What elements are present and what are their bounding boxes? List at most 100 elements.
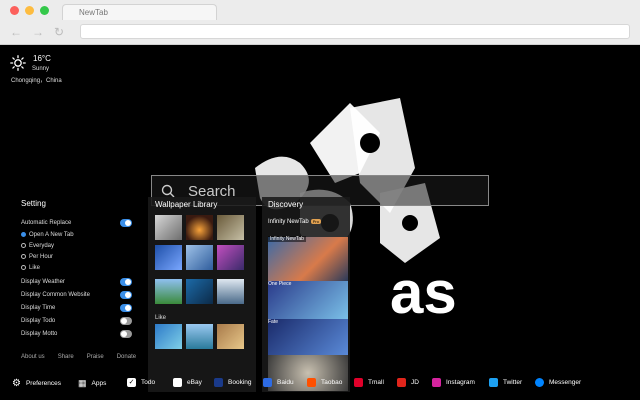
newtab-page: 16°C Sunny Chongqing，China as Search Set… (0, 45, 640, 400)
wallpaper-thumb[interactable] (217, 279, 244, 304)
discovery-card[interactable]: Fate (268, 319, 348, 355)
wallpaper-thumb[interactable] (186, 245, 213, 270)
bottom-item-label: Messenger (549, 379, 582, 386)
settings-title: Setting (21, 199, 46, 208)
checkbox-icon: ✓ (127, 378, 136, 387)
wallpaper-thumb[interactable] (155, 215, 182, 240)
bottom-item-label: Tmall (368, 379, 384, 386)
bottom-item-label: Twitter (503, 379, 523, 386)
settings-footer-links: About us Share Praise Donate (21, 354, 136, 360)
discovery-header: Infinity NewTab Pro (268, 219, 321, 225)
maximize-window-button[interactable] (40, 6, 49, 15)
option-everyday[interactable]: Everyday (21, 243, 54, 249)
ebay-link[interactable]: eBay (173, 378, 202, 387)
messenger-link[interactable]: Messenger (535, 378, 581, 387)
bottom-item-label: Taobao (321, 379, 343, 386)
jd-icon (397, 378, 406, 387)
display-todo-toggle[interactable] (120, 317, 132, 325)
baidu-icon (263, 378, 272, 387)
wallpaper-library-panel: Wallpaper Library Like (148, 197, 256, 392)
bottom-bar: ⚙ Preferences ▦ Apps ✓ Todo eBay Booking Ba… (0, 372, 640, 396)
bottom-item-label: Todo (141, 379, 156, 386)
todo-button[interactable]: ✓ Todo (127, 378, 155, 387)
option-label: Per Hour (29, 254, 54, 261)
settings-panel: Setting Automatic Replace Open A New Tab… (0, 190, 145, 370)
bottom-item-label: eBay (187, 379, 202, 386)
radio-icon (21, 254, 26, 259)
booking-link[interactable]: Booking (214, 378, 252, 387)
svg-text:as: as (390, 259, 457, 326)
radio-selected-icon (21, 232, 26, 237)
weather-temperature: 16°C (33, 54, 51, 63)
wallpaper-library-title: Wallpaper Library (155, 200, 218, 209)
pro-badge: Pro (310, 219, 321, 224)
wallpaper-thumb[interactable] (217, 324, 244, 349)
instagram-link[interactable]: Instagram (432, 378, 475, 387)
wallpaper-thumb[interactable] (155, 279, 182, 304)
automatic-replace-label: Automatic Replace (21, 220, 72, 226)
display-weather-toggle[interactable] (120, 278, 132, 286)
display-weather-label: Display Weather (21, 279, 65, 285)
wallpaper-thumb[interactable] (217, 245, 244, 270)
display-motto-toggle[interactable] (120, 330, 132, 338)
weather-condition: Sunny (32, 66, 50, 72)
wallpaper-thumb[interactable] (217, 215, 244, 240)
option-per-hour[interactable]: Per Hour (21, 254, 53, 260)
display-todo-label: Display Todo (21, 318, 56, 324)
taobao-icon (307, 378, 316, 387)
discovery-card[interactable]: Infinity NewTab (268, 236, 348, 281)
radio-icon (21, 243, 26, 248)
booking-icon (214, 378, 223, 387)
reload-icon[interactable]: ↻ (54, 25, 64, 39)
wallpaper-thumb[interactable] (155, 324, 182, 349)
donate-link[interactable]: Donate (117, 354, 136, 360)
window-controls (10, 6, 49, 15)
wallpaper-thumb[interactable] (186, 215, 213, 240)
sun-icon (10, 55, 26, 71)
wallpaper-thumb[interactable] (155, 245, 182, 270)
discovery-card[interactable]: One Piece (268, 281, 348, 319)
discovery-panel: Discovery Infinity NewTab Pro Infinity Ne… (262, 197, 350, 392)
twitter-link[interactable]: Twitter (489, 378, 522, 387)
share-link[interactable]: Share (58, 354, 74, 360)
messenger-icon (535, 378, 544, 387)
praise-link[interactable]: Praise (87, 354, 104, 360)
option-label: Open A New Tab (29, 232, 74, 239)
bottom-item-label: JD (411, 379, 419, 386)
discovery-card-label: One Piece (268, 281, 292, 287)
browser-tab[interactable]: NewTab (62, 4, 217, 20)
wallpaper-thumb[interactable] (186, 279, 213, 304)
close-window-button[interactable] (10, 6, 19, 15)
address-bar[interactable] (80, 24, 630, 39)
option-like[interactable]: Like (21, 265, 40, 271)
display-time-toggle[interactable] (120, 304, 132, 312)
display-motto-label: Display Motto (21, 331, 58, 337)
apps-button[interactable]: ▦ Apps (78, 378, 106, 389)
display-common-website-toggle[interactable] (120, 291, 132, 299)
nav-buttons: ← → ↻ (10, 25, 64, 39)
back-arrow-icon[interactable]: ← (10, 25, 22, 39)
automatic-replace-toggle[interactable] (120, 219, 132, 227)
tmall-link[interactable]: Tmall (354, 378, 384, 387)
baidu-link[interactable]: Baidu (263, 378, 294, 387)
discovery-header-text: Infinity NewTab (268, 219, 309, 226)
wallpaper-thumb[interactable] (186, 324, 213, 349)
like-section-label: Like (155, 315, 167, 321)
preferences-button[interactable]: ⚙ Preferences (12, 378, 61, 389)
minimize-window-button[interactable] (25, 6, 34, 15)
option-open-new-tab[interactable]: Open A New Tab (21, 232, 74, 238)
twitter-icon (489, 378, 498, 387)
ebay-icon (173, 378, 182, 387)
discovery-card-label: Fate (268, 319, 279, 325)
jd-link[interactable]: JD (397, 378, 419, 387)
taobao-link[interactable]: Taobao (307, 378, 342, 387)
option-label: Like (29, 265, 41, 272)
gear-icon: ⚙ (12, 378, 21, 389)
display-time-label: Display Time (21, 305, 56, 311)
forward-arrow-icon[interactable]: → (32, 25, 44, 39)
about-us-link[interactable]: About us (21, 354, 45, 360)
instagram-icon (432, 378, 441, 387)
browser-chrome: NewTab ← → ↻ (0, 0, 640, 45)
discovery-title: Discovery (268, 200, 304, 209)
display-common-website-label: Display Common Website (21, 292, 90, 298)
